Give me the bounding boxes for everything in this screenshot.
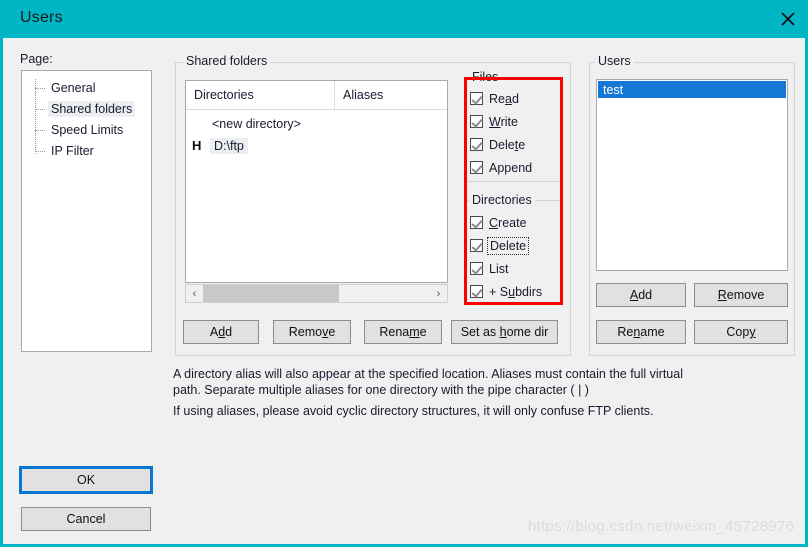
checkbox-label: Append: [489, 160, 533, 175]
watermark: https://blog.csdn.net/weixin_45728976: [528, 518, 795, 535]
sidebar-item-speed-limits[interactable]: Speed Limits: [48, 122, 126, 138]
remove-user-button[interactable]: Remove: [694, 283, 788, 307]
ok-button[interactable]: OK: [19, 466, 153, 494]
checkbox-label: List: [489, 261, 509, 276]
rename-directory-button[interactable]: Rename: [364, 320, 442, 344]
users-group-title: Users: [595, 54, 634, 68]
add-user-button[interactable]: Add: [596, 283, 686, 307]
checkbox-read[interactable]: Read: [470, 90, 519, 107]
checkbox-box-icon[interactable]: [470, 138, 483, 151]
checkbox-label: + Subdirs: [489, 284, 543, 299]
btn-label: Remove: [288, 325, 336, 339]
checkbox-box-icon[interactable]: [470, 161, 483, 174]
checkbox-append[interactable]: Append: [470, 159, 532, 176]
tree-tick: [35, 130, 45, 131]
btn-label: Set as home dir: [460, 325, 549, 339]
checkbox-list[interactable]: List: [470, 260, 508, 277]
column-header-aliases[interactable]: Aliases: [334, 81, 447, 110]
sidebar-item-ip-filter[interactable]: IP Filter: [48, 143, 97, 159]
add-directory-button[interactable]: Add: [183, 320, 259, 344]
list-item[interactable]: D:\ftp: [210, 138, 248, 154]
shared-folders-group-title: Shared folders: [183, 54, 271, 68]
checkbox-box-icon[interactable]: [470, 285, 483, 298]
tree-tick: [35, 109, 45, 110]
btn-label: Add: [629, 288, 653, 302]
checkbox-delete-dirs[interactable]: Delete: [470, 236, 530, 255]
checkbox-delete-files[interactable]: Delete: [470, 136, 525, 153]
scroll-left-icon[interactable]: ‹: [186, 285, 203, 302]
checkbox-label: Create: [489, 215, 527, 230]
sidebar-item-shared-folders[interactable]: Shared folders: [48, 101, 136, 117]
scrollbar-track[interactable]: [203, 285, 430, 302]
checkbox-create[interactable]: Create: [470, 214, 527, 231]
btn-label: Add: [209, 325, 233, 339]
checkbox-write[interactable]: Write: [470, 113, 518, 130]
checkbox-box-icon[interactable]: [470, 239, 483, 252]
scrollbar-thumb[interactable]: [203, 285, 340, 302]
btn-label: Rename: [379, 325, 427, 339]
description-line-2: path. Separate multiple aliases for one …: [173, 383, 589, 397]
set-home-dir-button[interactable]: Set as home dir: [451, 320, 558, 344]
checkbox-label: Read: [489, 91, 519, 106]
btn-label: Rename: [617, 325, 665, 339]
window-title: Users: [20, 9, 63, 26]
column-header-directories[interactable]: Directories: [186, 81, 334, 110]
remove-directory-button[interactable]: Remove: [273, 320, 351, 344]
sidebar-item-general[interactable]: General: [48, 80, 98, 96]
tree-tick: [35, 88, 45, 89]
directories-list[interactable]: Directories Aliases <new directory> H D:…: [185, 80, 448, 283]
checkbox-box-icon[interactable]: [470, 262, 483, 275]
description-line-3: If using aliases, please avoid cyclic di…: [173, 404, 654, 418]
copy-user-button[interactable]: Copy: [694, 320, 788, 344]
files-group-title: Files: [469, 70, 502, 84]
tree-connector: [35, 79, 36, 154]
users-dialog: Users Page: General Shared folders Speed…: [0, 0, 808, 547]
checkbox-box-icon[interactable]: [470, 216, 483, 229]
directories-group-title: Directories: [469, 193, 535, 207]
horizontal-scrollbar[interactable]: ‹ ›: [185, 284, 448, 303]
btn-label: Remove: [717, 288, 765, 302]
tree-tick: [35, 151, 45, 152]
checkbox-subdirs[interactable]: + Subdirs: [470, 283, 542, 300]
title-bar: Users: [3, 0, 808, 38]
checkbox-label: Delete: [486, 236, 530, 255]
btn-label: Copy: [726, 325, 756, 339]
cancel-button[interactable]: Cancel: [21, 507, 151, 531]
checkbox-label: Write: [489, 114, 518, 129]
checkbox-box-icon[interactable]: [470, 115, 483, 128]
page-tree[interactable]: General Shared folders Speed Limits IP F…: [21, 70, 152, 352]
checkbox-box-icon[interactable]: [470, 92, 483, 105]
rename-user-button[interactable]: Rename: [596, 320, 686, 344]
description-line-1: A directory alias will also appear at th…: [173, 367, 683, 381]
list-item[interactable]: <new directory>: [212, 117, 301, 131]
page-label: Page:: [20, 52, 53, 66]
users-list[interactable]: test: [596, 79, 788, 271]
scroll-right-icon[interactable]: ›: [430, 285, 447, 302]
home-dir-flag: H: [192, 138, 202, 153]
checkbox-label: Delete: [489, 137, 526, 152]
close-icon[interactable]: [765, 0, 808, 38]
list-item[interactable]: test: [598, 81, 786, 98]
